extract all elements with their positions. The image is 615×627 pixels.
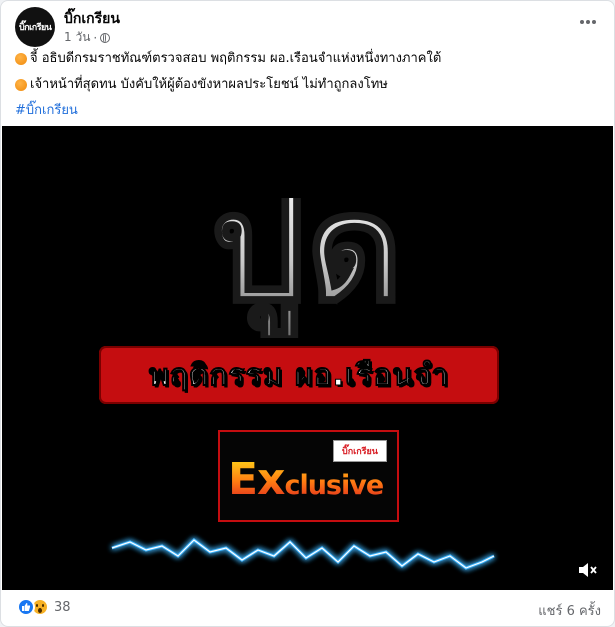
- more-options-button[interactable]: [575, 9, 601, 35]
- electric-wave-graphic: [111, 538, 495, 570]
- orange-circle-emoji-icon: [15, 79, 27, 91]
- post-line-1: จี้ อธิบดีกรมราชทัณฑ์ตรวจสอบ พฤติกรรม ผอ…: [15, 46, 605, 72]
- share-count-link[interactable]: แชร์ 6 ครั้ง: [538, 600, 601, 621]
- globe-icon: [100, 32, 111, 43]
- like-reaction-icon: [17, 598, 35, 616]
- post-line-3: #บิ๊กเกรียน: [15, 98, 605, 124]
- facebook-post: บิ๊กเกรียน บิ๊กเกรียน 1 วัน · จี้ อธิบดี…: [0, 0, 615, 627]
- avatar-logo-text: บิ๊กเกรียน: [19, 23, 52, 33]
- orange-circle-emoji-icon: [15, 53, 27, 65]
- hashtag-link[interactable]: #บิ๊กเกรียน: [15, 98, 78, 124]
- post-footer: 38 แชร์ 6 ครั้ง: [15, 598, 601, 620]
- dot-icon: [586, 20, 590, 24]
- post-timestamp[interactable]: 1 วัน: [64, 28, 90, 47]
- exclusive-text: Exclusive: [228, 454, 384, 505]
- dot-icon: [580, 20, 584, 24]
- exclusive-badge: บิ๊กเกรียน Exclusive: [218, 430, 399, 522]
- post-video[interactable]: ปูด พฤติกรรม ผอ.เรือนจำ บิ๊กเกรียน Exclu…: [2, 126, 613, 590]
- reactions-summary[interactable]: 38: [17, 598, 71, 616]
- headline-graphic: ปูด: [209, 198, 405, 338]
- dot-icon: [592, 20, 596, 24]
- page-name-link[interactable]: บิ๊กเกรียน: [64, 8, 120, 30]
- headline-banner: พฤติกรรม ผอ.เรือนจำ: [99, 346, 499, 404]
- page-avatar[interactable]: บิ๊กเกรียน: [15, 7, 55, 47]
- post-line-2: เจ้าหน้าที่สุดทน บังคับให้ผู้ต้องขังหาผล…: [15, 72, 605, 98]
- headline-text: ปูด: [211, 198, 404, 338]
- mute-icon[interactable]: [576, 559, 598, 581]
- post-meta: 1 วัน ·: [64, 28, 111, 47]
- banner-text: พฤติกรรม ผอ.เรือนจำ: [148, 357, 450, 393]
- reaction-count: 38: [54, 599, 71, 615]
- post-text: จี้ อธิบดีกรมราชทัณฑ์ตรวจสอบ พฤติกรรม ผอ…: [15, 46, 605, 124]
- post-header: บิ๊กเกรียน บิ๊กเกรียน 1 วัน ·: [15, 7, 601, 47]
